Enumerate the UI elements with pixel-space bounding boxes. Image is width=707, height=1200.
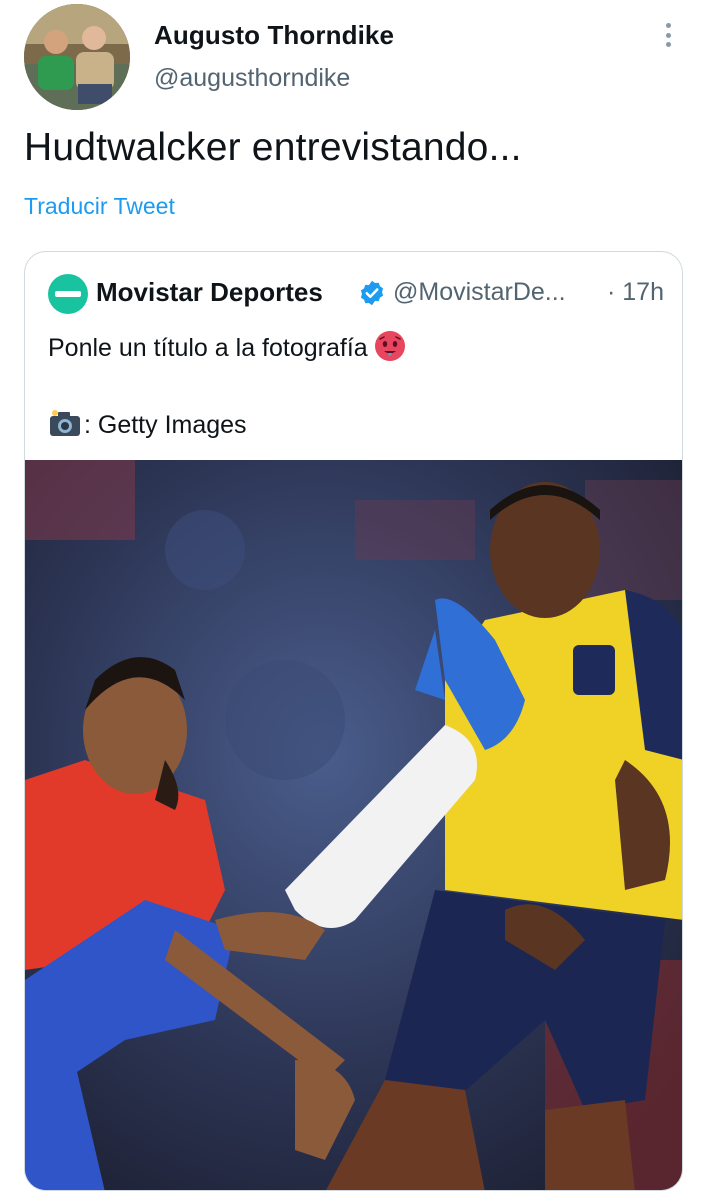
quoted-tweet-text: Ponle un título a la fotografía — [48, 330, 406, 363]
author-name[interactable]: Augusto Thorndike — [154, 20, 394, 51]
quoted-tweet-credit-text: : Getty Images — [84, 411, 247, 439]
tweet-header: Augusto Thorndike @augusthorndike — [0, 0, 707, 120]
quoted-tweet-photo[interactable] — [25, 460, 682, 1190]
quoted-tweet-time[interactable]: · 17h — [607, 278, 664, 307]
quoted-author-handle[interactable]: @MovistarDe... — [393, 278, 566, 307]
tweet-text: Hudtwalcker entrevistando... — [24, 126, 522, 169]
quoted-author-name[interactable]: Movistar Deportes — [96, 277, 323, 308]
author-handle[interactable]: @augusthorndike — [154, 64, 350, 93]
more-vertical-icon[interactable] — [655, 20, 681, 50]
verified-badge-icon — [360, 280, 384, 306]
hot-face-emoji — [374, 331, 405, 361]
quoted-tweet-card[interactable]: Movistar Deportes @MovistarDe... · 17h P… — [24, 251, 683, 1191]
author-avatar[interactable] — [24, 4, 130, 110]
movistar-avatar[interactable] — [48, 274, 88, 314]
quoted-tweet-line-1: Ponle un título a la fotografía — [48, 334, 368, 362]
translate-tweet-link[interactable]: Traducir Tweet — [24, 193, 175, 220]
camera-flash-emoji — [50, 410, 80, 436]
quoted-tweet-credit: : Getty Images — [48, 408, 247, 440]
quoted-tweet-header: Movistar Deportes @MovistarDe... · 17h — [25, 252, 682, 336]
